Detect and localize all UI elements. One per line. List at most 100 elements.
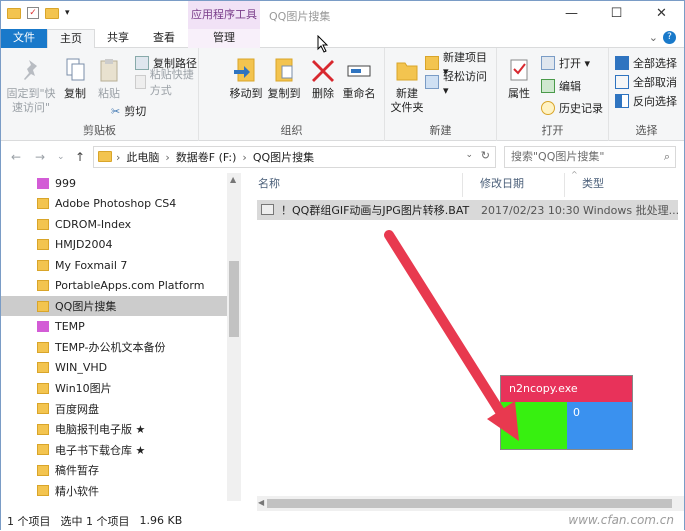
delete-button[interactable]: 删除 xyxy=(309,56,337,101)
easy-access-button[interactable]: 轻松访问 ▾ xyxy=(425,70,496,97)
sidebar-item[interactable]: My Foxmail 7 xyxy=(1,255,227,275)
select-none-label: 全部取消 xyxy=(633,76,677,89)
properties-label: 属性 xyxy=(508,87,530,100)
status-selected: 选中 1 个项目 xyxy=(60,514,130,528)
move-to-button[interactable]: 移动到 xyxy=(227,56,265,101)
new-folder-label: 新建 文件夹 xyxy=(390,87,424,114)
open-label: 打开 ▾ xyxy=(559,57,591,70)
sidebar-item[interactable]: 999 xyxy=(1,173,227,193)
breadcrumb-qq-folder[interactable]: QQ图片搜集 xyxy=(253,149,314,165)
select-all-button[interactable]: 全部选择 xyxy=(615,54,677,72)
tab-share[interactable]: 共享 xyxy=(98,29,138,48)
sidebar-item[interactable]: 电子书下载仓库 ★ xyxy=(1,440,227,460)
navigation-pane: 驱动备份精小软件稿件暂存电子书下载仓库 ★电脑报刊电子版 ★百度网盘Win10图… xyxy=(1,173,241,501)
popup-left-panel[interactable]: 0 xyxy=(501,402,567,449)
open-button[interactable]: 打开 ▾ xyxy=(541,54,590,72)
pin-quick-access-button[interactable]: 固定到"快速访问" xyxy=(5,56,57,115)
history-button[interactable]: 历史记录 xyxy=(541,99,603,117)
sidebar-item[interactable]: WIN_VHD xyxy=(1,358,227,378)
column-name[interactable]: 名称 xyxy=(241,173,463,197)
maximize-button[interactable]: ☐ xyxy=(594,1,639,29)
sidebar-item[interactable]: Adobe Photoshop CS4 xyxy=(1,194,227,214)
sidebar-item[interactable]: CDROM-Index xyxy=(1,214,227,234)
search-input[interactable]: 搜索"QQ图片搜集" ⌕ xyxy=(504,146,676,168)
copy-to-label: 复制到 xyxy=(267,87,301,100)
breadcrumb-sep-icon[interactable]: › xyxy=(242,151,246,164)
help-icon[interactable]: ? xyxy=(663,31,676,44)
clipboard-group: 固定到"快速访问" 复制 粘贴 复制路径 粘贴快捷方式 ✂ 剪切 剪贴板 xyxy=(1,48,199,141)
file-modified: 2017/02/23 10:30 xyxy=(481,203,580,217)
sidebar-item[interactable]: PortableApps.com Platform xyxy=(1,276,227,296)
breadcrumb-drive-f[interactable]: 数据卷F (F:) xyxy=(176,149,237,165)
folder-icon xyxy=(37,218,49,230)
sidebar-item-label: TEMP xyxy=(55,320,85,333)
edit-button[interactable]: 编辑 xyxy=(541,77,581,95)
breadcrumb-sep-icon[interactable]: › xyxy=(165,151,169,164)
sidebar-item[interactable]: 稿件暂存 xyxy=(1,460,227,480)
breadcrumb-sep-icon[interactable]: › xyxy=(116,151,120,164)
column-modified[interactable]: 修改日期 xyxy=(463,173,565,197)
tab-manage[interactable]: 管理 xyxy=(188,29,260,48)
sidebar-item-label: QQ图片搜集 xyxy=(55,300,117,313)
sidebar-item[interactable]: 电脑报刊电子版 ★ xyxy=(1,419,227,439)
back-arrow-icon[interactable]: ← xyxy=(11,150,21,164)
popup-right-panel[interactable]: 0 xyxy=(567,402,632,449)
paste-button[interactable]: 粘贴 xyxy=(93,56,125,101)
select-none-button[interactable]: 全部取消 xyxy=(615,73,677,91)
ribbon-expand-icon[interactable]: ⌄ xyxy=(649,31,658,44)
scroll-up-icon[interactable]: ▲ xyxy=(230,175,236,184)
qat-dropdown-icon[interactable]: ▾ xyxy=(65,8,70,18)
tab-file[interactable]: 文件 xyxy=(1,29,47,48)
new-folder-button[interactable]: 新建 文件夹 xyxy=(389,56,425,115)
up-arrow-icon[interactable]: ↑ xyxy=(75,150,85,164)
properties-check-icon[interactable]: ✓ xyxy=(27,7,39,19)
clipboard-group-label: 剪贴板 xyxy=(83,124,116,137)
refresh-icon[interactable]: ↻ xyxy=(481,149,490,162)
sidebar-item[interactable]: HMJD2004 xyxy=(1,235,227,255)
rename-label: 重命名 xyxy=(342,87,376,100)
paste-shortcut-icon xyxy=(135,75,146,89)
search-icon[interactable]: ⌕ xyxy=(664,147,670,167)
history-label: 历史记录 xyxy=(559,102,603,115)
close-button[interactable]: ✕ xyxy=(639,1,684,29)
forward-arrow-icon[interactable]: → xyxy=(35,150,45,164)
minimize-button[interactable]: — xyxy=(549,1,594,29)
sidebar-item[interactable]: Win10图片 xyxy=(1,378,227,398)
horizontal-scrollbar[interactable]: ◀ xyxy=(257,496,684,511)
n2ncopy-popup[interactable]: n2ncopy.exe 0 0 xyxy=(500,375,633,450)
properties-icon xyxy=(505,56,533,84)
address-dropdown-icon[interactable]: ⌄ xyxy=(465,150,473,160)
sidebar-item-label: 电子书下载仓库 ★ xyxy=(55,443,146,457)
folder-icon[interactable] xyxy=(7,7,21,19)
invert-selection-button[interactable]: 反向选择 xyxy=(615,92,677,110)
folder-icon xyxy=(37,423,49,435)
cut-label: 剪切 xyxy=(124,105,147,118)
nav-scroll-thumb[interactable] xyxy=(229,261,239,337)
sidebar-item[interactable]: TEMP-办公机文本备份 xyxy=(1,337,227,357)
select-group: 全部选择 全部取消 反向选择 选择 xyxy=(609,48,684,141)
bat-file-icon xyxy=(261,204,274,215)
copy-to-button[interactable]: 复制到 xyxy=(265,56,303,101)
sidebar-item[interactable]: 精小软件 xyxy=(1,481,227,501)
tab-home[interactable]: 主页 xyxy=(47,29,95,49)
folder-icon xyxy=(37,177,49,189)
properties-button[interactable]: 属性 xyxy=(503,56,535,101)
cut-button[interactable]: ✂ 剪切 xyxy=(111,102,146,120)
horizontal-scroll-thumb[interactable] xyxy=(267,499,672,508)
nav-scrollbar[interactable]: ▲ xyxy=(227,173,241,501)
table-row[interactable]: ！QQ群组GIF动画与JPG图片转移.BAT 2017/02/23 10:30 … xyxy=(257,200,679,220)
sidebar-item[interactable]: QQ图片搜集 xyxy=(1,296,227,316)
recent-dropdown-icon[interactable]: ⌄ xyxy=(57,152,65,162)
tab-view[interactable]: 查看 xyxy=(144,29,184,48)
scroll-left-icon[interactable]: ◀ xyxy=(258,498,264,507)
paste-shortcut-button[interactable]: 粘贴快捷方式 xyxy=(135,68,198,97)
sidebar-item[interactable]: 百度网盘 xyxy=(1,399,227,419)
breadcrumb-this-pc[interactable]: 此电脑 xyxy=(126,149,159,165)
address-bar[interactable]: › 此电脑 › 数据卷F (F:) › QQ图片搜集 ⌄ ↻ xyxy=(93,146,496,168)
column-type[interactable]: 类型 xyxy=(565,173,684,197)
rename-button[interactable]: 重命名 xyxy=(342,56,376,101)
sidebar-item[interactable]: TEMP xyxy=(1,317,227,337)
copy-button[interactable]: 复制 xyxy=(59,56,91,101)
new-folder-icon[interactable] xyxy=(45,7,59,19)
address-folder-icon xyxy=(98,151,112,162)
